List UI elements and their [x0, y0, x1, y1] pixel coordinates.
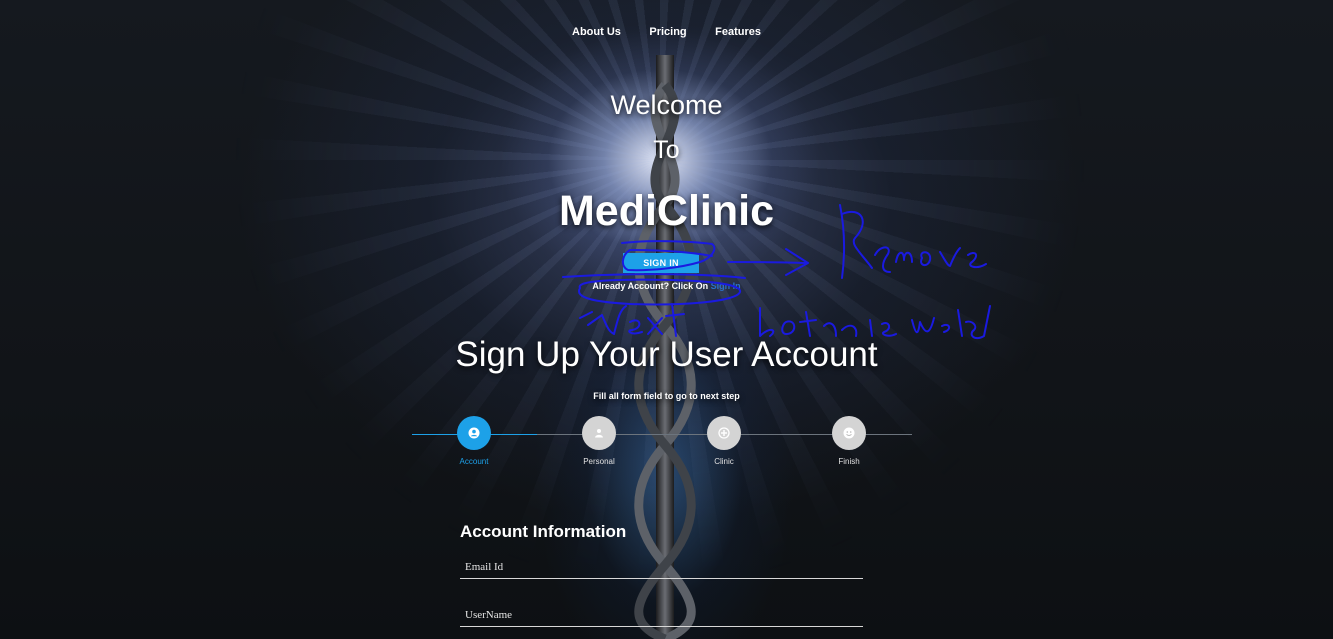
signup-title: Sign Up Your User Account [455, 335, 878, 374]
account-information-heading: Account Information [460, 522, 627, 541]
brand-title: MediClinic [558, 187, 775, 235]
email-field[interactable] [460, 555, 863, 579]
already-account-label: Already Account? Click On [592, 281, 709, 291]
step-finish-label: Finish [838, 457, 860, 466]
signup-stepper: Account Personal Clinic Finish [412, 416, 912, 476]
signup-subtitle: Fill all form field to go to next step [593, 391, 740, 401]
step-personal-label: Personal [583, 457, 615, 466]
top-nav: About Us Pricing Features [0, 22, 1333, 40]
step-account-label: Account [459, 457, 489, 466]
step-finish[interactable]: Finish [809, 416, 889, 466]
username-field[interactable] [460, 603, 863, 627]
email-field-wrapper [460, 555, 863, 579]
step-account[interactable]: Account [434, 416, 514, 466]
annotation-arrow [727, 248, 809, 276]
nav-about-us[interactable]: About Us [572, 26, 621, 38]
already-account-text: Already Account? Click On Sign In [0, 281, 1333, 291]
annotation-word-button [759, 307, 858, 337]
nav-pricing[interactable]: Pricing [649, 26, 686, 38]
finish-icon [832, 416, 866, 450]
hero-to: To [653, 136, 680, 164]
step-clinic[interactable]: Clinic [684, 416, 764, 466]
person-icon [582, 416, 616, 450]
annotation-word-is-needed [869, 305, 991, 340]
sign-in-button[interactable]: SIGN IN [623, 253, 699, 273]
sign-in-link[interactable]: Sign In [711, 281, 741, 291]
step-clinic-label: Clinic [714, 457, 734, 466]
username-field-wrapper [460, 603, 863, 627]
annotation-word-next [579, 303, 685, 337]
hero-welcome: Welcome [610, 90, 723, 120]
nav-features[interactable]: Features [715, 26, 761, 38]
annotation-underline [562, 273, 746, 279]
clinic-icon [707, 416, 741, 450]
step-personal[interactable]: Personal [559, 416, 639, 466]
account-icon [457, 416, 491, 450]
